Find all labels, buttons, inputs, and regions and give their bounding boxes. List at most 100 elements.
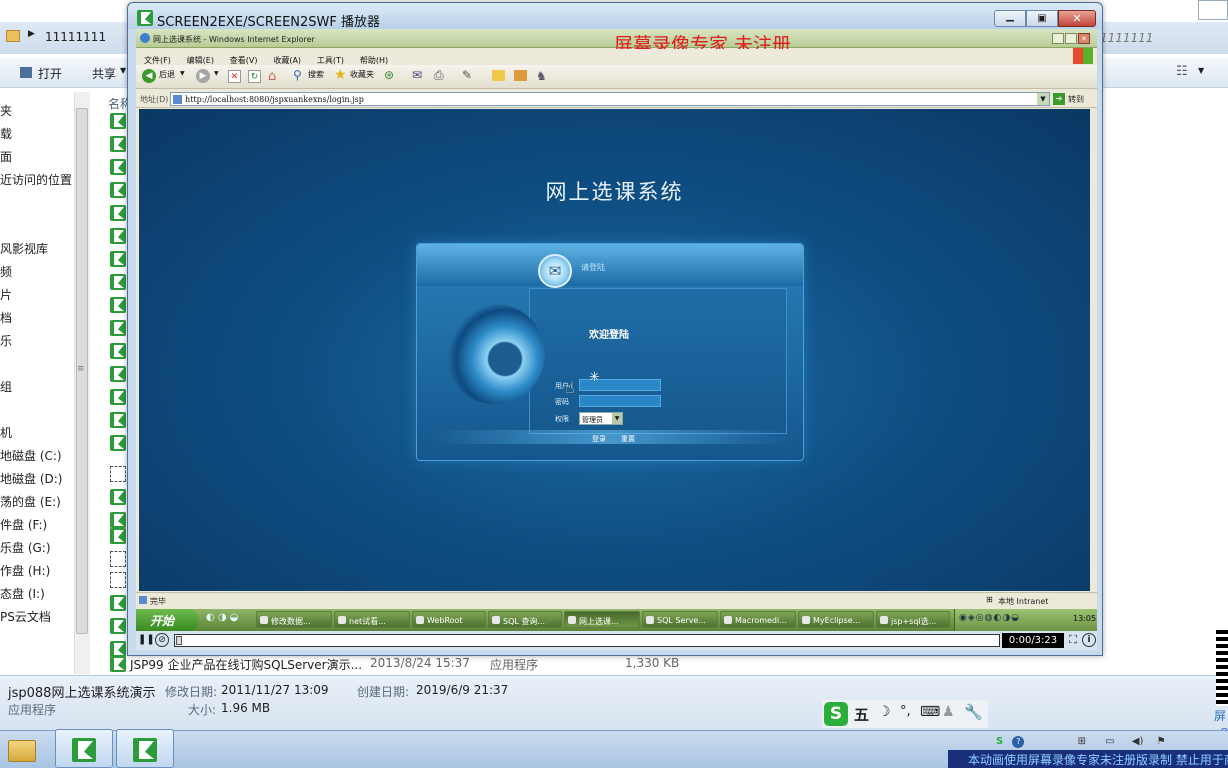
flag-tray-icon[interactable]: ⚑ xyxy=(1157,736,1166,747)
folder-icon xyxy=(6,30,20,42)
punctuation-icon[interactable]: °, xyxy=(900,704,911,719)
search-box[interactable] xyxy=(1198,0,1228,20)
sogou-tray-icon[interactable]: S xyxy=(996,736,1003,747)
breadcrumb[interactable]: 11111111 xyxy=(45,30,106,44)
ie-min-button[interactable] xyxy=(1052,33,1064,44)
back-icon[interactable]: ◀ xyxy=(142,69,156,83)
ime-mode[interactable]: 五 xyxy=(854,704,869,725)
volume-tray-icon[interactable]: ◀) xyxy=(1132,736,1144,747)
nav-item[interactable]: 乐 xyxy=(0,332,12,349)
ie-close-button[interactable]: ✕ xyxy=(1078,33,1090,44)
taskbar-item[interactable]: SQL Serve... xyxy=(642,611,718,628)
print-icon[interactable]: ⎙ xyxy=(434,68,444,83)
maximize-button[interactable]: ▣ xyxy=(1026,10,1058,27)
nav-item[interactable]: 地磁盘 (D:) xyxy=(0,470,62,487)
go-button[interactable]: 转到 xyxy=(1068,94,1084,105)
user-icon[interactable]: ♟ xyxy=(942,704,955,720)
nav-item[interactable]: 面 xyxy=(0,148,12,165)
view-dropdown-icon[interactable]: ▼ xyxy=(1198,66,1204,75)
info-button[interactable]: i xyxy=(1082,633,1096,647)
back-button[interactable]: 后退 xyxy=(159,69,175,85)
nav-item[interactable]: 近访问的位置 xyxy=(0,171,72,188)
view-options-icon[interactable]: ☷ xyxy=(1176,64,1188,79)
mail-icon[interactable]: ✉ xyxy=(412,68,422,82)
taskbar-item[interactable]: MyEclipse... xyxy=(798,611,874,628)
history-icon[interactable]: ⊛ xyxy=(384,68,394,82)
nav-item[interactable]: 频 xyxy=(0,263,12,280)
moon-icon[interactable]: ☽ xyxy=(878,704,891,720)
go-icon[interactable]: ➔ xyxy=(1053,93,1065,105)
search-button[interactable]: 搜索 xyxy=(308,69,324,85)
details-modified-label: 修改日期: xyxy=(165,685,218,699)
file-row-name[interactable]: JSP99 企业产品在线订购SQLServer演示... xyxy=(130,656,362,673)
stop-icon[interactable]: ✕ xyxy=(228,70,241,83)
share-button[interactable]: 共享 xyxy=(92,65,116,82)
forward-icon[interactable]: ▶ xyxy=(196,69,210,83)
fullscreen-button[interactable]: ⛶ xyxy=(1066,633,1080,647)
reset-button[interactable]: 重置 xyxy=(621,434,635,444)
folder-icon[interactable] xyxy=(492,70,505,81)
status-text: 完毕 xyxy=(150,597,166,606)
nav-item[interactable]: 夹 xyxy=(0,102,12,119)
forward-dropdown-icon[interactable]: ▼ xyxy=(214,70,219,77)
role-dropdown-icon[interactable]: ▼ xyxy=(612,413,622,424)
messenger-icon[interactable]: ♞ xyxy=(536,69,547,83)
favorites-button[interactable]: 收藏夹 xyxy=(350,69,374,85)
favorites-icon[interactable]: ★ xyxy=(334,67,347,83)
nav-item[interactable]: 风影视库 xyxy=(0,240,48,257)
discuss-icon[interactable] xyxy=(514,70,527,81)
taskbar-item[interactable]: net试看... xyxy=(334,611,410,628)
ie-max-button[interactable] xyxy=(1065,33,1077,44)
stop-button[interactable]: ⊘ xyxy=(155,633,169,647)
password-input[interactable] xyxy=(579,395,661,407)
address-input[interactable]: http://localhost:8080/jspxuankexns/login… xyxy=(170,92,1050,106)
nav-item[interactable]: 档 xyxy=(0,309,12,326)
nav-item[interactable]: 荡的盘 (E:) xyxy=(0,493,61,510)
nav-item[interactable]: PS云文档 xyxy=(0,608,51,625)
app-icon xyxy=(110,595,126,611)
taskbar-item[interactable]: WebRoot xyxy=(412,611,486,628)
role-select[interactable]: 管理员 ▼ xyxy=(579,412,623,425)
address-dropdown-icon[interactable]: ▼ xyxy=(1037,93,1049,105)
taskbar-item[interactable]: Macromedi... xyxy=(720,611,796,628)
close-button[interactable]: ✕ xyxy=(1058,10,1096,27)
home-icon[interactable]: ⌂ xyxy=(268,69,276,84)
taskbar-player-button[interactable] xyxy=(116,729,174,768)
nav-item[interactable]: 作盘 (H:) xyxy=(0,562,50,579)
pause-button[interactable]: ❚❚ xyxy=(138,633,155,647)
help-tray-icon[interactable]: ? xyxy=(1012,736,1025,748)
nav-item[interactable]: 态盘 (I:) xyxy=(0,585,45,602)
sogou-icon[interactable]: S xyxy=(824,702,848,726)
progress-handle[interactable] xyxy=(176,636,182,645)
inner-start-button[interactable]: 开始 xyxy=(136,609,198,631)
taskbar-item[interactable]: SQL 查询... xyxy=(488,611,562,628)
login-button[interactable]: 登录 xyxy=(592,434,606,444)
edit-icon[interactable]: ✎ xyxy=(462,68,472,82)
nav-item[interactable]: 片 xyxy=(0,286,12,303)
nav-item[interactable]: 组 xyxy=(0,378,12,395)
page-done-icon xyxy=(139,596,147,604)
nav-item[interactable]: 件盘 (F:) xyxy=(0,516,47,533)
keyboard-icon[interactable]: ⌨ xyxy=(920,704,940,720)
generic-file-icon xyxy=(110,572,126,588)
taskbar-item[interactable]: 修改数据... xyxy=(256,611,332,628)
nav-item[interactable]: 机 xyxy=(0,424,12,441)
taskbar-explorer-button[interactable] xyxy=(2,732,42,766)
wrench-icon[interactable]: 🔧 xyxy=(964,703,983,721)
nav-item[interactable]: 载 xyxy=(0,125,12,142)
taskbar-item[interactable]: jsp+sql选... xyxy=(876,611,950,628)
details-modified: 2011/11/27 13:09 xyxy=(221,683,329,697)
progress-track[interactable] xyxy=(174,634,1000,647)
taskbar-item-active[interactable]: 网上选课... xyxy=(564,611,640,628)
network-tray-icon[interactable]: ⊞ xyxy=(1078,736,1086,747)
inner-taskbar: 开始 ◐ ◑ ◒ 修改数据... net试看... WebRoot SQL 查询… xyxy=(136,609,1097,631)
open-button[interactable]: 打开 xyxy=(38,65,62,82)
minimize-button[interactable]: ▁ xyxy=(994,10,1026,27)
nav-item[interactable]: 乐盘 (G:) xyxy=(0,539,51,556)
search-icon[interactable]: ⚲ xyxy=(293,68,302,82)
nav-item[interactable]: 地磁盘 (C:) xyxy=(0,447,62,464)
battery-tray-icon[interactable]: ▭ xyxy=(1105,736,1114,747)
taskbar-player-button[interactable] xyxy=(55,729,113,768)
back-dropdown-icon[interactable]: ▼ xyxy=(180,70,185,77)
refresh-icon[interactable]: ↻ xyxy=(248,70,261,83)
